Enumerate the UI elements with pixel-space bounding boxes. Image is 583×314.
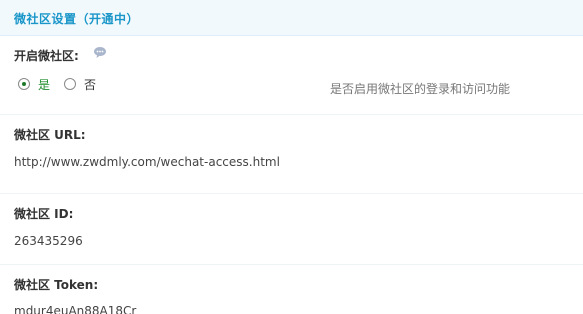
token-value: mdur4euAn88A18Cr xyxy=(14,304,137,314)
enable-radio-group: 是 否 xyxy=(18,76,110,92)
divider xyxy=(0,264,583,265)
divider xyxy=(0,114,583,115)
divider xyxy=(0,193,583,194)
radio-checked-icon[interactable] xyxy=(18,78,30,90)
url-label: 微社区 URL: xyxy=(14,128,86,142)
id-label: 微社区 ID: xyxy=(14,207,74,221)
enable-no-label: 否 xyxy=(84,77,97,92)
help-bubble-icon[interactable] xyxy=(93,46,107,59)
section-title: 微社区设置（开通中） xyxy=(14,12,140,26)
enable-hint: 是否启用微社区的登录和访问功能 xyxy=(330,82,511,96)
enable-yes-label: 是 xyxy=(38,77,51,92)
enable-yes-radio[interactable]: 是 xyxy=(18,76,50,93)
token-label: 微社区 Token: xyxy=(14,278,99,292)
wsq-settings-panel: 微社区设置（开通中） 开启微社区: 是 否 是否启用微社区的登录和访问功能 微社… xyxy=(0,0,583,314)
id-value: 263435296 xyxy=(14,234,83,248)
section-header: 微社区设置（开通中） xyxy=(0,0,583,36)
url-value: http://www.zwdmly.com/wechat-access.html xyxy=(14,155,280,169)
radio-unchecked-icon[interactable] xyxy=(64,78,77,90)
enable-no-radio[interactable]: 否 xyxy=(64,76,96,93)
enable-label: 开启微社区: xyxy=(14,49,79,63)
